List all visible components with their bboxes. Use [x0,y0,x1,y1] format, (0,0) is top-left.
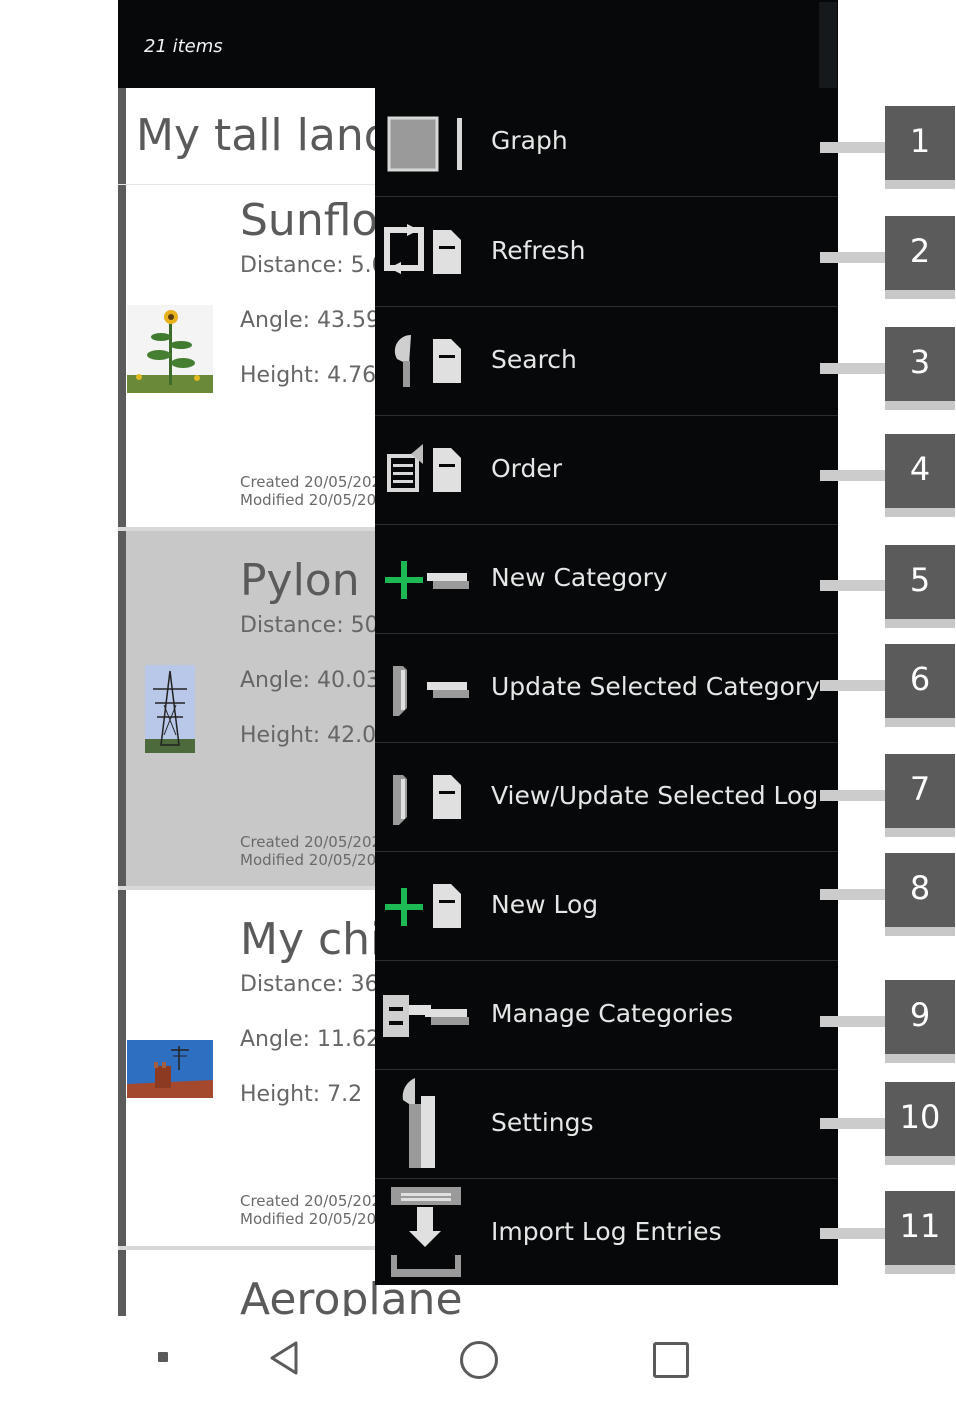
menu-item-search[interactable]: Search [375,307,838,416]
item-modified: Modified 20/05/202 [240,491,386,509]
card-indicator [118,185,126,527]
search-icon [381,325,471,399]
callout-badge: 6 [885,644,955,727]
menu-item-label: Settings [491,1108,594,1137]
item-modified: Modified 20/05/202 [240,851,386,869]
item-height: Height: 4.76 [240,363,377,388]
menu-item-import[interactable]: Import Log Entries [375,1179,838,1287]
menu-item-graph[interactable]: Graph [375,88,838,197]
callout-badge: 8 [885,853,955,936]
menu-item-label: View/Update Selected Log [491,781,819,810]
callout-leader [820,1228,886,1239]
menu-item-label: Import Log Entries [491,1217,722,1246]
item-title: Sunflo [240,195,379,246]
callout-leader [820,363,886,374]
update-log-icon [381,761,471,835]
menu-item-label: Search [491,345,577,374]
import-icon [381,1185,471,1285]
item-distance: Distance: 5.0 [240,253,386,278]
new-log-icon [381,870,471,944]
item-height: Height: 42.0 [240,723,377,748]
settings-icon [381,1074,471,1174]
menu-item-refresh[interactable]: Refresh [375,198,838,307]
sunflower-thumbnail [127,305,213,393]
menu-item-manage-categories[interactable]: Manage Categories [375,961,838,1070]
callout-leader [820,889,886,900]
card-indicator [118,890,126,1246]
recents-icon[interactable] [653,1342,689,1378]
callout-leader [820,790,886,801]
callout-badge: 4 [885,434,955,517]
callout-badge: 3 [885,327,955,410]
callout-leader [820,1118,886,1129]
callout-leader [820,470,886,481]
item-created: Created 20/05/2025 [240,833,391,851]
app-bar: 21 items [118,0,838,88]
menu-item-new-category[interactable]: New Category [375,525,838,634]
item-distance: Distance: 36. [240,972,386,997]
refresh-icon [381,216,471,290]
menu-item-update-log[interactable]: View/Update Selected Log [375,743,838,852]
item-height: Height: 7.2 [240,1082,363,1107]
update-category-icon [381,652,471,726]
callout-badge: 9 [885,980,955,1063]
menu-item-label: Manage Categories [491,999,734,1028]
graph-icon [381,106,471,180]
callout-leader [820,1016,886,1027]
menu-item-update-category[interactable]: Update Selected Category [375,634,838,743]
menu-item-label: Order [491,454,563,483]
menu-item-label: Refresh [491,236,586,265]
card-indicator [118,1250,126,1316]
item-angle: Angle: 43.59 [240,308,380,333]
callout-badge: 2 [885,216,955,299]
item-modified: Modified 20/05/202 [240,1210,386,1228]
home-icon[interactable] [460,1341,498,1379]
back-icon[interactable] [268,1340,302,1376]
pylon-thumbnail [145,665,195,753]
item-created: Created 20/05/2025 [240,473,391,491]
callout-leader [820,142,886,153]
manage-categories-icon [381,979,471,1053]
order-icon [381,434,471,508]
menu-item-new-log[interactable]: New Log [375,852,838,961]
menu-item-label: Graph [491,126,568,155]
item-angle: Angle: 11.62 [240,1027,380,1052]
item-angle: Angle: 40.03 [240,668,380,693]
overflow-menu: Graph Refresh Search Order New Category … [375,88,838,1285]
item-created: Created 20/05/2025 [240,1192,391,1210]
menu-item-settings[interactable]: Settings [375,1070,838,1179]
callout-badge: 5 [885,545,955,628]
item-title: Pylon [240,555,360,606]
item-title: My chi [240,914,383,965]
system-nav-bar [118,1316,838,1420]
item-distance: Distance: 50. [240,613,386,638]
item-title: My tall land [136,110,392,161]
callout-leader [820,680,886,691]
callout-badge: 7 [885,754,955,837]
card-indicator [118,88,126,184]
menu-item-label: New Category [491,563,668,592]
callout-badge: 11 [885,1191,955,1274]
item-count: 21 items [144,36,223,57]
callout-leader [820,252,886,263]
new-category-icon [381,543,471,617]
callout-badge: 10 [885,1082,955,1165]
callout-badge: 1 [885,106,955,189]
menu-dot-icon[interactable] [158,1352,168,1362]
scrollbar[interactable] [819,2,837,88]
callout-leader [820,580,886,591]
menu-item-order[interactable]: Order [375,416,838,525]
chimney-thumbnail [127,1040,213,1098]
menu-item-label: New Log [491,890,599,919]
card-indicator [118,531,126,886]
menu-item-label: Update Selected Category [491,672,821,701]
